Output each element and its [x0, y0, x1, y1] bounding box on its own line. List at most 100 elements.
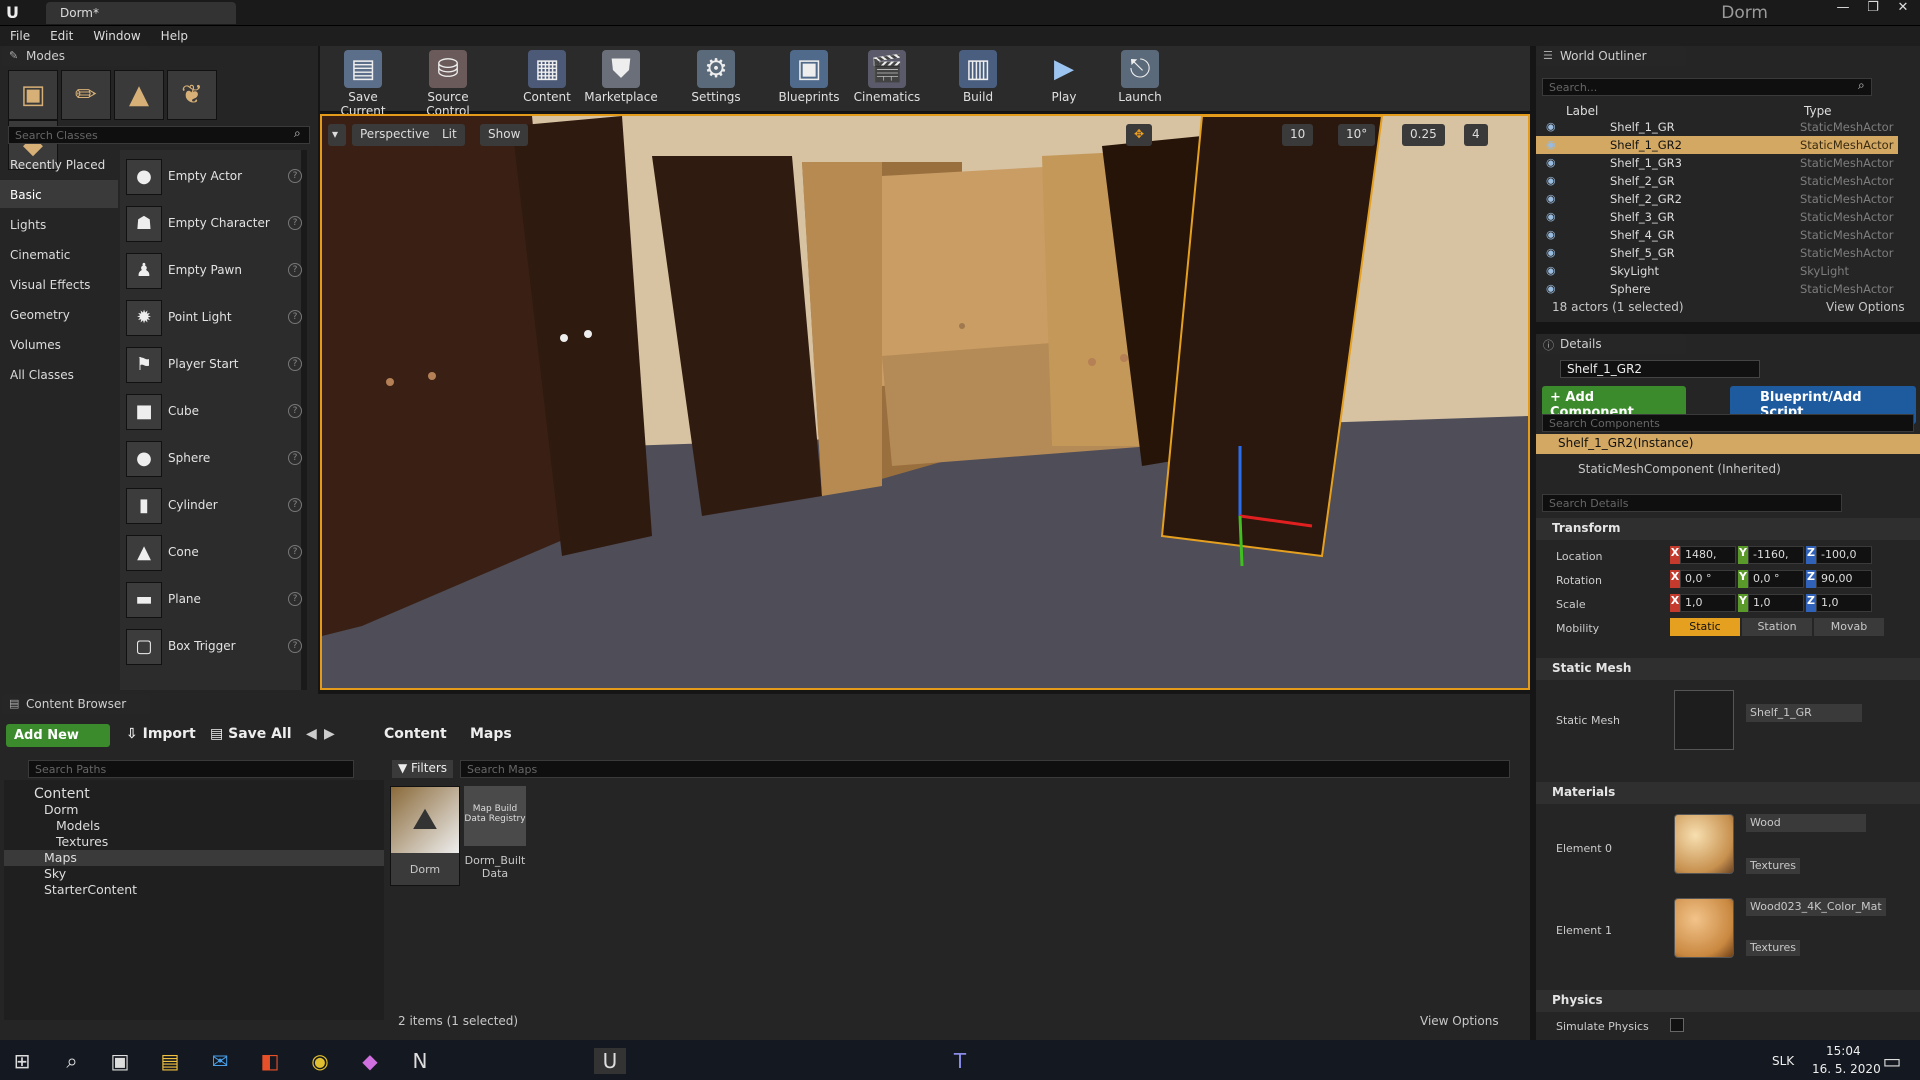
material-1-textures[interactable]: Textures [1746, 940, 1800, 956]
rotation-x[interactable]: 0,0 ° [1680, 570, 1736, 588]
content-view-options[interactable]: View Options [1420, 1014, 1499, 1028]
content-button[interactable]: ▦ Content [520, 46, 574, 110]
blueprints-button[interactable]: ▣ Blueprints [774, 46, 844, 110]
place-mode-icon[interactable]: ▣ [8, 70, 58, 120]
category-all-classes[interactable]: All Classes [0, 360, 118, 388]
windows-start-icon[interactable]: ⊞ [6, 1048, 38, 1074]
outliner-header-label[interactable]: Label [1566, 104, 1598, 118]
scale-z[interactable]: 1,0 [1816, 594, 1872, 612]
launch-button[interactable]: ⎋ Launch [1110, 46, 1170, 110]
settings-button[interactable]: ⚙ Settings [682, 46, 750, 110]
chrome-icon[interactable]: ◉ [304, 1048, 336, 1074]
material-0-thumbnail[interactable] [1674, 814, 1734, 874]
help-icon[interactable]: ? [288, 498, 302, 512]
grid-snap-value[interactable]: 10 [1282, 124, 1314, 146]
content-browser-tab[interactable]: ▤ Content Browser [2, 694, 150, 714]
tree-starter-content[interactable]: StarterContent [44, 882, 137, 898]
help-icon[interactable]: ? [288, 639, 302, 653]
class-empty-character[interactable]: ☗ Empty Character? [122, 202, 302, 249]
landscape-mode-icon[interactable]: ▲ [114, 70, 164, 120]
source-control-button[interactable]: ⛁ Source Control [404, 46, 492, 118]
tree-models[interactable]: Models [56, 818, 100, 834]
save-all-button[interactable]: ▤ Save All [210, 726, 292, 742]
tree-maps[interactable]: Maps [4, 850, 384, 866]
search-components-input[interactable]: Search Components [1542, 414, 1914, 432]
visibility-eye-icon[interactable]: ◉ [1546, 210, 1556, 223]
instance-row[interactable]: Shelf_1_GR2(Instance) [1536, 434, 1920, 454]
search-icon[interactable]: ⌕ [56, 1048, 88, 1074]
asset-dorm[interactable]: ⛰ Dorm [390, 786, 460, 886]
breadcrumb-content[interactable]: Content [384, 726, 447, 742]
tree-dorm[interactable]: Dorm [44, 802, 78, 818]
class-cube[interactable]: ■ Cube? [122, 390, 302, 437]
category-recently-placed[interactable]: Recently Placed [0, 150, 118, 178]
visibility-eye-icon[interactable]: ◉ [1546, 156, 1556, 169]
location-z[interactable]: -100,0 [1816, 546, 1872, 564]
visibility-eye-icon[interactable]: ◉ [1546, 228, 1556, 241]
help-icon[interactable]: ? [288, 263, 302, 277]
import-button[interactable]: ⇩ Import [126, 726, 196, 742]
outliner-row[interactable]: ◉ Shelf_2_GR StaticMeshActor [1536, 172, 1898, 190]
category-geometry[interactable]: Geometry [0, 300, 118, 328]
static-mesh-dropdown[interactable]: Shelf_1_GR [1746, 704, 1862, 722]
lit-button[interactable]: Lit [434, 124, 465, 146]
scale-snap-value[interactable]: 0.25 [1402, 124, 1445, 146]
level-viewport[interactable]: ▾ Perspective Lit Show ✥ 10 10° 0.25 4 [320, 114, 1530, 690]
physics-section[interactable]: Physics [1536, 990, 1920, 1012]
clock-date[interactable]: 16. 5. 2020 [1812, 1062, 1881, 1076]
outliner-row[interactable]: ◉ Shelf_3_GR StaticMeshActor [1536, 208, 1898, 226]
help-icon[interactable]: ? [288, 169, 302, 183]
outliner-row[interactable]: ◉ Shelf_1_GR3 StaticMeshActor [1536, 154, 1898, 172]
notifications-icon[interactable]: ▭ [1876, 1048, 1908, 1074]
class-empty-actor[interactable]: ● Empty Actor? [122, 155, 302, 202]
category-visual-effects[interactable]: Visual Effects [0, 270, 118, 298]
class-cylinder[interactable]: ▮ Cylinder? [122, 484, 302, 531]
help-icon[interactable]: ? [288, 357, 302, 371]
materials-section[interactable]: Materials [1536, 782, 1920, 804]
transform-section[interactable]: Transform [1536, 518, 1920, 540]
file-explorer-icon[interactable]: ▤ [154, 1048, 186, 1074]
simulate-physics-checkbox[interactable] [1670, 1018, 1684, 1032]
breadcrumb-maps[interactable]: Maps [470, 726, 512, 742]
outliner-view-options[interactable]: View Options [1826, 300, 1905, 314]
outliner-row[interactable]: ◉ Shelf_5_GR StaticMeshActor [1536, 244, 1898, 262]
camera-speed-value[interactable]: 4 [1464, 124, 1488, 146]
task-view-icon[interactable]: ▣ [104, 1048, 136, 1074]
category-basic[interactable]: Basic [0, 180, 118, 208]
material-0-textures[interactable]: Textures [1746, 858, 1800, 874]
build-button[interactable]: ▥ Build [950, 46, 1006, 110]
static-mesh-section[interactable]: Static Mesh [1536, 658, 1920, 680]
asset-built-data[interactable]: Map Build Data Registry Dorm_Built Data [464, 786, 526, 886]
menu-window[interactable]: Window [83, 26, 150, 43]
tree-sky[interactable]: Sky [44, 866, 66, 882]
outliner-row[interactable]: ◉ Shelf_1_GR StaticMeshActor [1536, 118, 1898, 136]
outliner-row[interactable]: ◉ SkyLight SkyLight [1536, 262, 1898, 280]
scale-y[interactable]: 1,0 [1748, 594, 1804, 612]
rotation-snap-value[interactable]: 10° [1338, 124, 1376, 146]
tree-textures[interactable]: Textures [56, 834, 108, 850]
perspective-button[interactable]: Perspective [352, 124, 438, 146]
level-tab[interactable]: Dorm* [46, 2, 236, 24]
cinematics-button[interactable]: 🎬 Cinematics [850, 46, 924, 110]
class-sphere[interactable]: ● Sphere? [122, 437, 302, 484]
material-0-dropdown[interactable]: Wood [1746, 814, 1866, 832]
search-classes-input[interactable]: Search Classes [8, 126, 310, 144]
visibility-eye-icon[interactable]: ◉ [1546, 120, 1556, 133]
help-icon[interactable]: ? [288, 310, 302, 324]
component-row[interactable]: StaticMeshComponent (Inherited) [1578, 462, 1781, 476]
help-icon[interactable]: ? [288, 216, 302, 230]
translate-tool-icon[interactable]: ✥ [1126, 124, 1153, 146]
actor-name-field[interactable]: Shelf_1_GR2 [1560, 360, 1760, 378]
rotation-z[interactable]: 90,00 [1816, 570, 1872, 588]
class-cone[interactable]: ▲ Cone? [122, 531, 302, 578]
add-new-button[interactable]: Add New [6, 724, 110, 747]
mobility-movable[interactable]: Movab [1814, 618, 1884, 636]
forward-arrow-icon[interactable]: ▶ [324, 726, 335, 742]
search-maps-input[interactable]: Search Maps [460, 760, 1510, 778]
outliner-row[interactable]: ◉ Shelf_4_GR StaticMeshActor [1536, 226, 1898, 244]
close-button[interactable]: ✕ [1888, 0, 1918, 18]
back-arrow-icon[interactable]: ◀ [306, 726, 317, 742]
viewport-options-button[interactable]: ▾ [328, 124, 346, 146]
language-indicator[interactable]: SLK [1772, 1054, 1794, 1068]
filters-button[interactable]: ▼ Filters [392, 760, 454, 778]
